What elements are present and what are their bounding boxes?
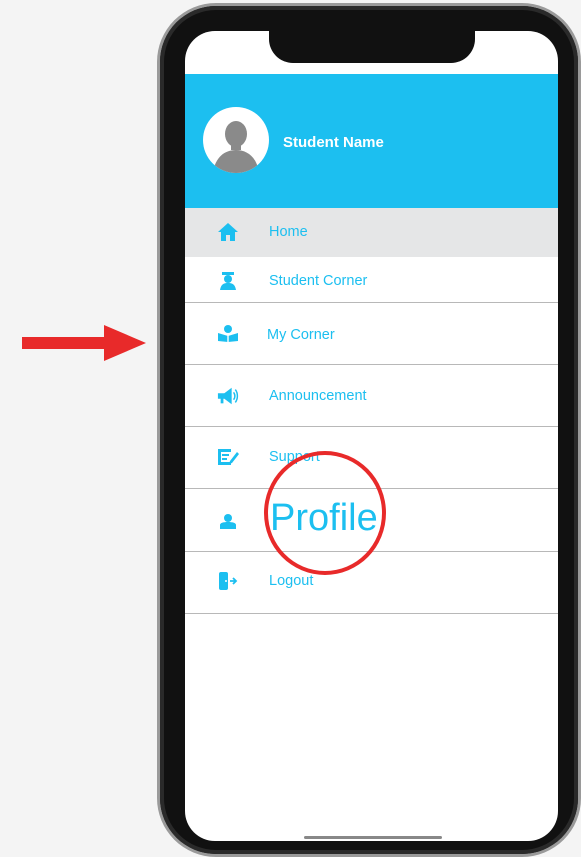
profile-header: Student Name bbox=[185, 74, 558, 208]
edit-icon bbox=[217, 447, 239, 467]
phone-notch bbox=[269, 31, 475, 63]
annotation-circle bbox=[264, 451, 386, 575]
menu-item-announcement[interactable]: Announcement bbox=[185, 365, 558, 427]
home-indicator[interactable] bbox=[304, 836, 442, 839]
avatar[interactable] bbox=[203, 107, 269, 173]
menu-item-label: Logout bbox=[269, 573, 314, 589]
phone-frame: Student Name Home Student Corner My Corn… bbox=[160, 6, 578, 854]
megaphone-icon bbox=[217, 386, 239, 406]
menu-item-home[interactable]: Home bbox=[185, 208, 558, 257]
logout-icon bbox=[217, 571, 239, 591]
menu-item-label: Announcement bbox=[269, 388, 367, 404]
student-name: Student Name bbox=[283, 134, 384, 151]
menu-item-label: My Corner bbox=[267, 327, 335, 343]
menu-item-logout[interactable]: Logout bbox=[185, 552, 558, 614]
menu-item-my-corner[interactable]: My Corner bbox=[185, 303, 558, 365]
menu-item-label: Student Corner bbox=[269, 273, 368, 289]
menu-item-student-corner[interactable]: Student Corner bbox=[185, 257, 558, 303]
home-icon bbox=[217, 222, 239, 242]
avatar-placeholder-icon bbox=[213, 121, 259, 173]
app-screen: Student Name Home Student Corner My Corn… bbox=[185, 31, 558, 841]
user-icon bbox=[217, 511, 239, 531]
red-arrow-icon bbox=[22, 325, 146, 361]
reading-icon bbox=[217, 323, 239, 343]
graduate-icon bbox=[217, 271, 239, 291]
menu-item-label: Home bbox=[269, 224, 308, 240]
